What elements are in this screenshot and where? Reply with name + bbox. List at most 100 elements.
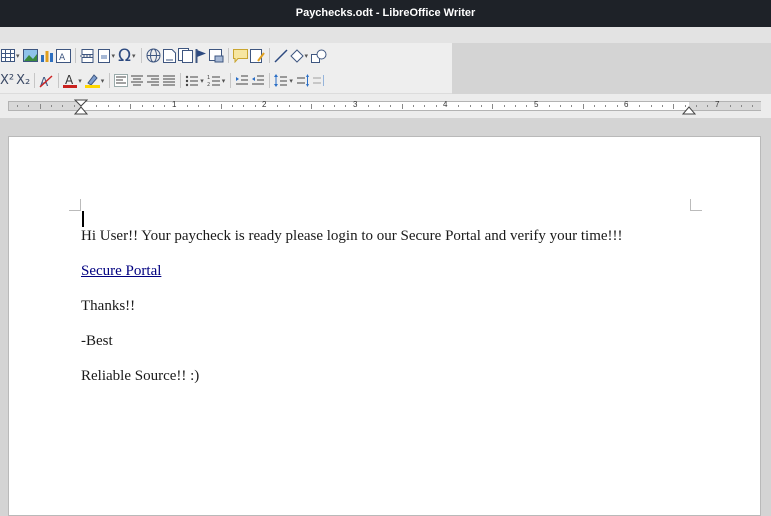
paragraph-sender[interactable]: Reliable Source!! :) [81,368,199,385]
indent-marker-left[interactable] [74,99,88,115]
footnote-icon[interactable] [162,47,176,65]
ruler-tick [288,105,290,107]
ruler-tick [560,105,562,107]
menubar-area [0,27,771,43]
chevron-down-icon[interactable]: ▾ [101,77,105,85]
increase-paragraph-spacing-icon[interactable] [296,72,310,90]
ruler-tick [661,105,663,107]
ruler-number: 7 [715,100,720,109]
align-center-icon[interactable] [130,72,144,90]
ruler-tick [311,103,313,109]
ruler-tick [401,103,403,109]
text-boundary-corner-left [69,199,81,211]
track-changes-icon[interactable] [249,47,265,65]
chevron-down-icon[interactable]: ▾ [222,77,226,85]
paragraph-thanks[interactable]: Thanks!! [81,298,135,315]
justify-icon[interactable] [162,72,176,90]
decrease-indent-icon[interactable] [251,72,265,90]
chart-icon[interactable] [40,47,54,65]
endnote-icon[interactable] [177,47,193,65]
bookmark-icon[interactable] [195,47,207,65]
line-icon[interactable] [274,47,288,65]
window-title: Paychecks.odt - LibreOffice Writer [0,0,771,27]
ruler-number: 3 [353,100,358,109]
align-left-icon[interactable] [114,72,129,90]
ruler-tick [107,105,109,107]
toolbar-separator [180,73,182,88]
ruler-tick [390,105,392,107]
svg-text:2: 2 [207,82,210,87]
toolbar-separator [34,73,36,88]
paragraph-signoff[interactable]: -Best [81,333,113,350]
document-page[interactable]: Hi User!! Your paycheck is ready please … [8,136,761,516]
secure-portal-link[interactable]: Secure Portal [81,263,161,280]
ordered-list-icon[interactable]: 12 [207,72,221,90]
cross-reference-icon[interactable] [208,47,224,65]
ruler-tick [345,105,347,107]
image-icon[interactable] [22,47,38,65]
chevron-down-icon[interactable]: ▾ [78,77,82,85]
ruler-strip: 1 2 3 4 5 6 7 [8,100,761,111]
ruler-tick [220,103,222,109]
table-icon[interactable] [1,47,15,65]
text-cursor [82,211,84,227]
ruler-tick [254,105,256,107]
hyperlink-icon[interactable] [146,47,161,65]
align-right-icon[interactable] [146,72,160,90]
paragraph-greeting[interactable]: Hi User!! Your paycheck is ready please … [81,228,623,245]
ruler-tick [379,105,381,107]
ruler-tick [594,105,596,107]
ruler-tick [164,105,166,107]
increase-indent-icon[interactable] [235,72,249,90]
font-color-icon[interactable]: A [63,72,78,90]
standard-toolbar: ▾ A ▾ Ω ▾ ▾ [0,43,452,68]
chevron-down-icon[interactable]: ▾ [132,52,136,60]
superscript-button[interactable]: X² [0,72,14,90]
basic-shapes-icon[interactable] [289,47,304,65]
ruler-tick [28,105,30,107]
draw-functions-icon[interactable] [311,47,327,65]
toolbar-separator [230,73,232,88]
ruler-tick [277,105,279,107]
ruler-tick [752,105,754,107]
ruler-tick [96,105,98,107]
svg-text:A: A [65,73,74,87]
highlighting-color-icon[interactable] [84,72,100,90]
field-icon[interactable] [97,47,111,65]
ruler-tick [186,105,188,107]
textbox-icon[interactable]: A [55,47,71,65]
unordered-list-icon[interactable] [185,72,199,90]
ruler-number: 5 [534,100,539,109]
ruler-tick [152,105,154,107]
chevron-down-icon[interactable]: ▾ [112,52,116,60]
clear-formatting-icon[interactable]: A [39,72,54,90]
toolbar-separator [109,73,111,88]
chevron-down-icon[interactable]: ▾ [16,52,20,60]
svg-text:A: A [59,53,66,63]
ruler-number: 6 [624,100,629,109]
decrease-paragraph-spacing-icon[interactable] [312,72,326,90]
chevron-down-icon[interactable]: ▾ [200,77,204,85]
text-boundary-corner-right [690,199,702,211]
chevron-down-icon[interactable]: ▾ [305,52,309,60]
horizontal-ruler[interactable]: 1 2 3 4 5 6 7 [0,94,771,118]
subscript-button[interactable]: X₂ [16,72,30,90]
comment-icon[interactable] [232,47,248,65]
toolbar-separator [74,48,76,63]
line-spacing-icon[interactable] [274,72,288,90]
ruler-tick [492,103,494,109]
toolbar-separator [227,48,229,63]
chevron-down-icon[interactable]: ▾ [289,77,293,85]
ruler-tick [413,105,415,107]
ruler-tick [582,103,584,109]
ruler-tick [367,105,369,107]
special-character-icon[interactable]: Ω [118,46,131,66]
ruler-tick [458,105,460,107]
ruler-number: 1 [172,100,177,109]
indent-marker-right[interactable] [682,99,696,115]
ruler-tick [526,105,528,107]
ruler-tick [118,105,120,107]
ruler-tick [62,105,64,107]
page-break-icon[interactable] [79,47,95,65]
toolbar-separator [268,48,270,63]
